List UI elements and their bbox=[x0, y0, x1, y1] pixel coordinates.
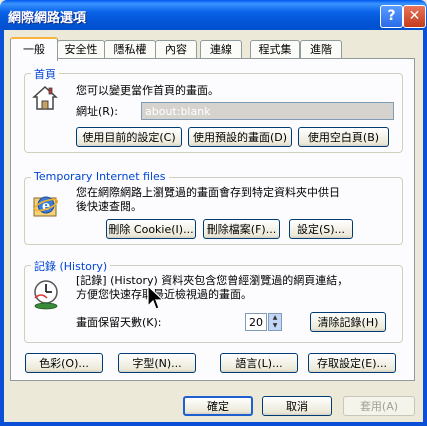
window-frame-right bbox=[423, 30, 427, 426]
temp-files-description: 您在網際網路上瀏覽過的畫面會存到特定資料夾中供日 後快速查閱。 bbox=[76, 186, 396, 214]
use-current-button[interactable]: 使用目前的設定(C) bbox=[76, 127, 182, 147]
address-label: 網址(R): bbox=[76, 105, 118, 118]
house-icon bbox=[32, 85, 58, 110]
internet-options-window: 網際網路選項 ? ✕ 一般 安全性 隱私權 內容 連線 程式集 進階 首頁 您可… bbox=[0, 0, 427, 426]
tab-connections[interactable]: 連線 bbox=[200, 40, 242, 59]
help-icon[interactable]: ? bbox=[380, 5, 403, 28]
use-blank-button[interactable]: 使用空白頁(B) bbox=[298, 127, 389, 147]
delete-files-button[interactable]: 刪除檔案(F)... bbox=[203, 219, 280, 239]
spin-down-icon[interactable]: ▼ bbox=[269, 322, 281, 330]
homepage-description: 您可以變更當作首頁的畫面。 bbox=[76, 84, 219, 97]
languages-button[interactable]: 語言(L)... bbox=[220, 353, 298, 373]
spin-up-icon[interactable]: ▲ bbox=[269, 314, 281, 322]
history-description: [記錄] (History) 資料夾包含您曾經瀏覽過的網頁連結， 方便您快速存取… bbox=[76, 274, 396, 302]
ok-button[interactable]: 確定 bbox=[183, 396, 253, 416]
fonts-button[interactable]: 字型(N)... bbox=[118, 353, 196, 373]
temp-files-description-line2: 後快速查閱。 bbox=[76, 200, 142, 213]
close-icon[interactable]: ✕ bbox=[403, 5, 426, 28]
settings-button[interactable]: 設定(S)... bbox=[289, 219, 353, 239]
delete-cookies-button[interactable]: 刪除 Cookie(I)... bbox=[106, 219, 196, 239]
general-tab-panel: 首頁 您可以變更當作首頁的畫面。 網址(R): about:blank 使用目前… bbox=[10, 58, 415, 381]
homepage-group-label: 首頁 bbox=[31, 66, 59, 82]
tab-privacy[interactable]: 隱私權 bbox=[104, 40, 156, 59]
window-title: 網際網路選項 bbox=[8, 11, 87, 26]
use-default-button[interactable]: 使用預設的畫面(D) bbox=[188, 127, 292, 147]
tab-advanced[interactable]: 進階 bbox=[300, 40, 342, 59]
title-bar[interactable]: 網際網路選項 ? ✕ bbox=[0, 0, 427, 30]
window-frame-left bbox=[0, 30, 4, 426]
history-group: 記錄 (History) [記錄] (History) 資料夾包含您曾經瀏覽過的… bbox=[24, 258, 403, 343]
accessibility-button[interactable]: 存取設定(E)... bbox=[308, 353, 396, 373]
tab-content[interactable]: 內容 bbox=[155, 40, 197, 59]
history-description-line1: [記錄] (History) 資料夾包含您曾經瀏覽過的網頁連結， bbox=[76, 274, 349, 287]
tab-programs[interactable]: 程式集 bbox=[250, 40, 300, 59]
internet-explorer-icon: e bbox=[33, 196, 59, 217]
apply-button[interactable]: 套用(A) bbox=[343, 396, 415, 416]
history-description-line2: 方便您快速存取最近檢視過的畫面。 bbox=[76, 288, 252, 301]
temp-files-group-label: Temporary Internet files bbox=[31, 170, 169, 183]
history-group-label: 記錄 (History) bbox=[31, 258, 111, 274]
mouse-cursor-icon bbox=[147, 285, 165, 310]
clear-history-button[interactable]: 清除記錄(H) bbox=[310, 312, 386, 332]
tab-general[interactable]: 一般 bbox=[10, 37, 58, 61]
homepage-address-field[interactable]: about:blank bbox=[141, 102, 394, 120]
history-clock-icon bbox=[34, 280, 58, 310]
days-spinner[interactable]: ▲ ▼ bbox=[268, 313, 282, 331]
tab-security[interactable]: 安全性 bbox=[57, 40, 105, 59]
window-frame-bottom bbox=[0, 422, 427, 426]
temp-files-group: Temporary Internet files e 您在網際網路上瀏覽過的畫面… bbox=[24, 170, 403, 245]
colors-button[interactable]: 色彩(O)... bbox=[25, 353, 103, 373]
days-to-keep-field[interactable]: 20 bbox=[245, 313, 267, 331]
cancel-button[interactable]: 取消 bbox=[262, 396, 332, 416]
temp-files-description-line1: 您在網際網路上瀏覽過的畫面會存到特定資料夾中供日 bbox=[76, 186, 340, 199]
homepage-group: 首頁 您可以變更當作首頁的畫面。 網址(R): about:blank 使用目前… bbox=[24, 66, 403, 153]
days-to-keep-label: 畫面保留天數(K): bbox=[76, 316, 162, 329]
